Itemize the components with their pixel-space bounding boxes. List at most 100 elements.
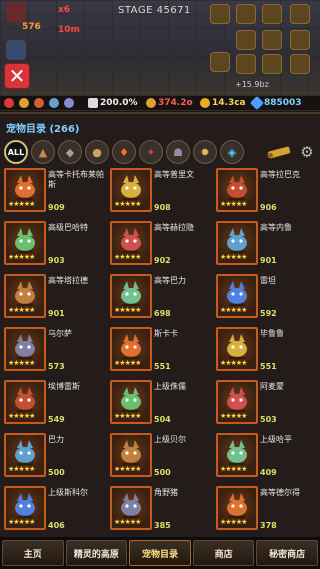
chest-icon[interactable] [236,4,256,24]
star-rating: ★★★★★ [114,306,141,314]
pet-portrait[interactable]: ★★★★★ [216,486,258,530]
potion-icon[interactable] [236,54,256,74]
pet-card[interactable]: ★★★★★ 高等内鲁 901 [214,221,318,271]
nav-shop-button[interactable]: 商店 [192,540,255,566]
warning-icon[interactable] [210,52,230,72]
pet-card[interactable]: ★★★★★ 高等卡托布莱帕斯 909 [2,168,106,218]
filter-undead-button[interactable]: ☗ [166,140,190,164]
ticket-icon[interactable] [236,30,256,50]
pet-portrait[interactable]: ★★★★★ [216,168,258,212]
close-button[interactable]: ✕ [4,63,30,89]
pet-level: 504 [154,415,171,424]
pet-portrait[interactable]: ★★★★★ [110,433,152,477]
nav-home-button[interactable]: 主页 [2,540,64,566]
pet-name: 上级斯科尔 [48,488,88,497]
filter-spirit-button[interactable]: ✹ [193,140,217,164]
pet-name: 高等巴力 [154,276,186,285]
pet-portrait[interactable]: ★★★★★ [110,327,152,371]
pet-card[interactable]: ★★★★★ 高等德尔得 378 [214,486,318,536]
resource-bar: 200.0% 374.2o 14.3ca 885003 [0,95,320,111]
filter-gem-button[interactable]: ◈ [220,140,244,164]
pet-portrait[interactable]: ★★★★★ [4,221,46,265]
gem-value: 885003 [264,98,302,108]
pet-card[interactable]: ★★★★★ 埃博雷斯 549 [2,380,106,430]
pet-card[interactable]: ★★★★★ 高等赫拉隐 902 [108,221,212,271]
telescope-button[interactable] [265,140,295,164]
pet-card[interactable]: ★★★★★ 角野猪 385 [108,486,212,536]
pet-portrait[interactable]: ★★★★★ [110,168,152,212]
companion-icon[interactable] [6,40,26,60]
filter-beast-button[interactable]: ▲ [31,140,55,164]
pet-card[interactable]: ★★★★★ 上级贝尔 500 [108,433,212,483]
pet-name: 角野猪 [154,488,178,497]
pet-name: 上级贝尔 [154,435,186,444]
filter-fire-button[interactable]: ♦ [112,140,136,164]
filter-demon-button[interactable]: ✦ [139,140,163,164]
pet-portrait[interactable]: ★★★★★ [4,380,46,424]
nav-spirit-plateau-button[interactable]: 精灵的高原 [65,540,128,566]
hourglass-icon[interactable] [290,54,310,74]
star-rating: ★★★★★ [220,200,247,208]
pet-level: 909 [48,203,65,212]
pet-level: 500 [154,468,171,477]
pet-card[interactable]: ★★★★★ 雷坦 592 [214,274,318,324]
pet-portrait[interactable]: ★★★★★ [216,327,258,371]
pet-portrait[interactable]: ★★★★★ [4,433,46,477]
quest-icon[interactable] [210,4,230,24]
pet-card[interactable]: ★★★★★ 上级斯科尔 406 [2,486,106,536]
nav-pet-catalog-button[interactable]: 宠物目录 [129,540,191,566]
pet-portrait[interactable]: ★★★★★ [4,486,46,530]
coin-icon [200,98,210,108]
attack-bonus-value: 200.0% [100,98,138,108]
pet-card[interactable]: ★★★★★ 高等普里文 908 [108,168,212,218]
pet-card[interactable]: ★★★★★ 乌尔萨 573 [2,327,106,377]
pet-card[interactable]: ★★★★★ 毕鲁鲁 551 [214,327,318,377]
pet-card[interactable]: ★★★★★ 上级侏儒 504 [108,380,212,430]
pet-level: 551 [154,362,171,371]
pet-level: 698 [154,309,171,318]
pet-portrait[interactable]: ★★★★★ [4,168,46,212]
pet-portrait[interactable]: ★★★★★ [216,380,258,424]
event-icon[interactable] [290,30,310,50]
pet-level: 500 [48,468,65,477]
filter-bird-button[interactable]: ● [85,140,109,164]
pet-level: 573 [48,362,65,371]
pet-card[interactable]: ★★★★★ 阿麦蒙 503 [214,380,318,430]
pet-card[interactable]: ★★★★★ 高级巴哈特 903 [2,221,106,271]
crystal-icon[interactable] [262,54,282,74]
gem-filter-icon: ◈ [227,145,237,159]
pet-card[interactable]: ★★★★★ 高等拉巴克 906 [214,168,318,218]
medal-icon [146,98,156,108]
pet-portrait[interactable]: ★★★★★ [4,274,46,318]
pet-portrait[interactable]: ★★★★★ [216,221,258,265]
pet-portrait[interactable]: ★★★★★ [110,221,152,265]
pet-portrait[interactable]: ★★★★★ [110,380,152,424]
telescope-icon [267,146,291,159]
pet-name: 乌尔萨 [48,329,72,338]
pet-sprite-icon [121,228,141,254]
pet-card[interactable]: ★★★★★ 高等塔拉德 901 [2,274,106,324]
mail-icon[interactable] [262,4,282,24]
star-rating: ★★★★★ [220,359,247,367]
pet-portrait[interactable]: ★★★★★ [216,433,258,477]
nav-secret-shop-button[interactable]: 秘密商店 [256,540,318,566]
star-rating: ★★★★★ [8,412,35,420]
pet-card[interactable]: ★★★★★ 巴力 500 [2,433,106,483]
menu-icon[interactable] [290,4,310,24]
pet-portrait[interactable]: ★★★★★ [4,327,46,371]
pet-sprite-icon [121,493,141,519]
pet-card[interactable]: ★★★★★ 斯卡卡 551 [108,327,212,377]
hero-avatar-icon[interactable] [6,2,26,22]
filter-dragon-button[interactable]: ◆ [58,140,82,164]
settings-button[interactable]: ⚙ [298,143,316,161]
star-rating: ★★★★★ [220,518,247,526]
pet-icon[interactable] [262,30,282,50]
pet-card[interactable]: ★★★★★ 高等巴力 698 [108,274,212,324]
pet-name: 上级侏儒 [154,382,186,391]
pet-portrait[interactable]: ★★★★★ [216,274,258,318]
pet-portrait[interactable]: ★★★★★ [110,274,152,318]
pet-portrait[interactable]: ★★★★★ [110,486,152,530]
pet-card[interactable]: ★★★★★ 上级哈平 409 [214,433,318,483]
filter-all-button[interactable]: ALL [4,140,28,164]
star-rating: ★★★★★ [114,465,141,473]
